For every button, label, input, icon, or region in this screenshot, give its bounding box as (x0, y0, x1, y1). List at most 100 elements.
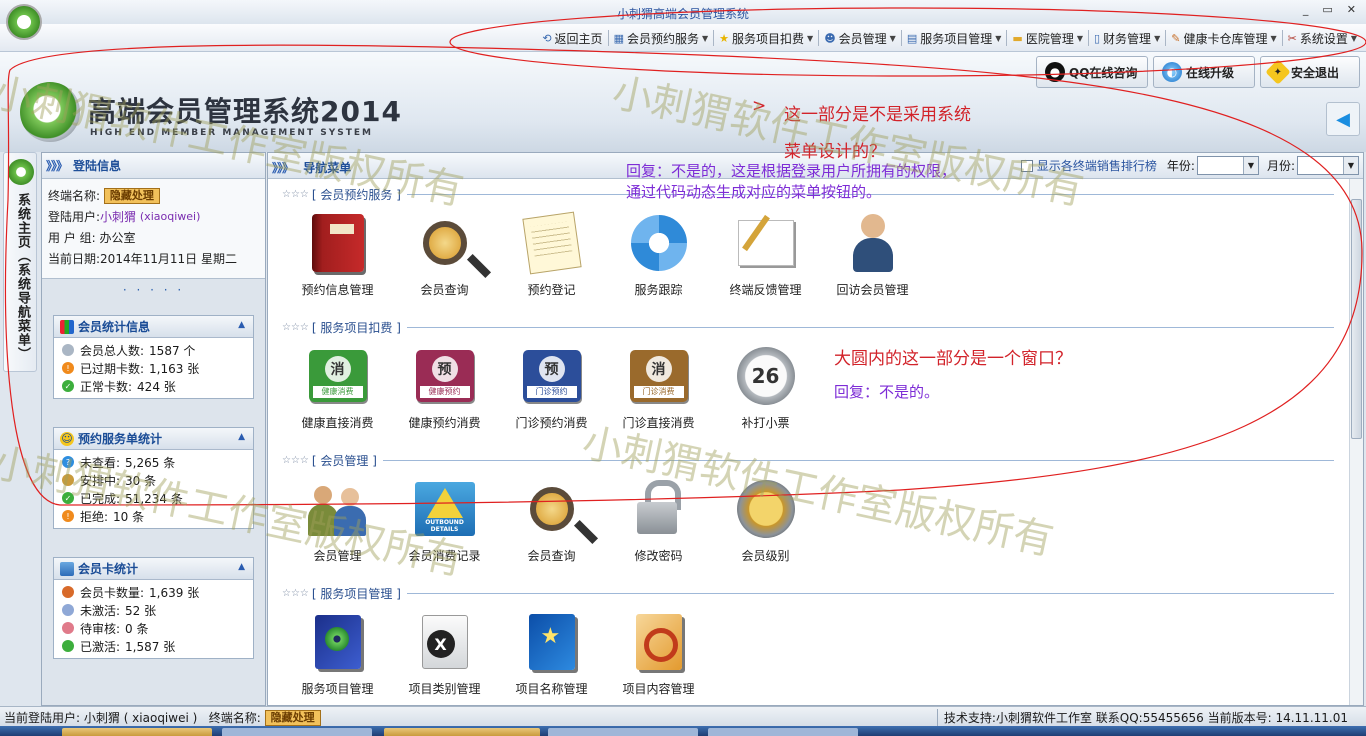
nav-button-3-1[interactable]: 项目类别管理 (391, 610, 498, 697)
nav-button-0-1[interactable]: 会员查询 (391, 211, 498, 298)
section-divider (382, 459, 1334, 461)
notepad-shape (521, 211, 582, 275)
logout-button[interactable]: ✦ 安全退出 (1260, 56, 1360, 88)
terminal-label: 终端名称: (48, 189, 101, 203)
nav-button-2-0[interactable]: 会员管理 (284, 477, 391, 564)
window-title: 小刺猬高端会员管理系统 (616, 7, 749, 21)
menu-item-3[interactable]: ☻ 会员管理 ▼ (819, 28, 901, 48)
ticket-caption: 健康预约 (419, 386, 470, 398)
annotation-question-1a: 这一部分是不是采用系统 (784, 105, 971, 125)
stat-label: 已激活: (80, 639, 121, 654)
menu-item-4[interactable]: ▤ 服务项目管理 ▼ (902, 28, 1007, 48)
nav-button-1-1[interactable]: 预健康预约 健康预约消费 (391, 344, 498, 431)
stars-icon: ☆☆☆ (282, 188, 309, 200)
qq-consult-button[interactable]: ● QQ在线咨询 (1036, 56, 1148, 88)
os-taskbar (0, 726, 1366, 736)
stat-value: 1,587 张 (125, 639, 176, 654)
nav-button-0-5[interactable]: 回访会员管理 (819, 211, 926, 298)
month-label: 月份: (1266, 159, 1295, 173)
nav-button-3-3[interactable]: 项目内容管理 (605, 610, 712, 697)
taskbar-item[interactable] (548, 728, 698, 736)
panel-splitter[interactable]: · · · · · (42, 283, 265, 297)
minimize-button[interactable]: _ (1303, 3, 1309, 16)
menu-item-5[interactable]: ▬ 医院管理 ▼ (1007, 28, 1088, 48)
nav-button-1-0[interactable]: 消健康消费 健康直接消费 (284, 344, 391, 431)
stat-status-icon (62, 640, 74, 652)
stat-value: 51,234 条 (125, 491, 183, 506)
tab-system-home-label: 系统主页（系统导航菜单） (15, 193, 30, 361)
nav-button-1-4[interactable]: 26 补打小票 (712, 344, 819, 431)
title-bar: 小刺猬高端会员管理系统 _ ▭ ✕ (0, 0, 1366, 24)
card-stats-title: 会员卡统计 (78, 562, 139, 576)
nav-button-3-2[interactable]: 项目名称管理 (498, 610, 605, 697)
stat-row: ! 拒绝: 10 条 (62, 507, 245, 525)
online-upgrade-button[interactable]: ◐ 在线升级 (1153, 56, 1255, 88)
nav-button-label: 预约信息管理 (301, 283, 374, 297)
ticket-glyph: 消 (645, 356, 672, 382)
section-label: [ 服务项目扣费 ] (311, 320, 401, 335)
stat-value: 52 张 (125, 603, 157, 618)
scrollbar-thumb[interactable] (1351, 199, 1362, 439)
menu-item-1[interactable]: ▦ 会员预约服务 ▼ (609, 28, 714, 48)
nav-button-0-0[interactable]: 预约信息管理 (284, 211, 391, 298)
ticket-shape: 消门诊消费 (629, 350, 688, 402)
member-stats-header[interactable]: 会员统计信息 ▲ (54, 316, 253, 338)
taskbar-item[interactable] (384, 728, 540, 736)
card-stats-body: 会员卡数量: 1,639 张未激活: 52 张待审核: 0 条已激活: 1,587 张 (54, 580, 253, 658)
status-user-label: 当前登陆用户: (4, 711, 81, 725)
year-select[interactable] (1196, 156, 1259, 175)
ranking-checkbox-label[interactable]: 显示各终端销售排行榜 (1037, 157, 1157, 174)
stat-label: 正常卡数: (80, 379, 133, 394)
stat-status-icon (62, 586, 74, 598)
nav-button-0-4[interactable]: 终端反馈管理 (712, 211, 819, 298)
close-button[interactable]: ✕ (1347, 3, 1356, 16)
nav-button-1-3[interactable]: 消门诊消费 门诊直接消费 (605, 344, 712, 431)
left-info-panel: 》》》 登陆信息 终端名称: 隐藏处理 登陆用户: 小刺猬 (xiaoqiwei… (41, 152, 266, 706)
tab-system-home[interactable]: 系统主页（系统导航菜单） (3, 152, 37, 372)
taskbar-item[interactable] (708, 728, 858, 736)
globe-icon: ◐ (1162, 62, 1182, 82)
qq-consult-label: QQ在线咨询 (1069, 65, 1138, 80)
menu-item-2[interactable]: ★ 服务项目扣费 ▼ (714, 28, 818, 48)
booking-stats-header[interactable]: ☺ 预约服务单统计 ▲ (54, 428, 253, 450)
menu-item-0[interactable]: ⟲ 返回主页 (537, 28, 607, 48)
menu-item-label: 服务项目扣费 (732, 31, 805, 46)
nav-button-1-2[interactable]: 预门诊预约 门诊预约消费 (498, 344, 605, 431)
menu-item-8[interactable]: ✂ 系统设置 ▼ (1283, 28, 1362, 48)
card-stats-header[interactable]: 会员卡统计 ▲ (54, 558, 253, 580)
terminal-row: 终端名称: 隐藏处理 (48, 185, 259, 206)
nav-button-0-3[interactable]: 服务跟踪 (605, 211, 712, 298)
month-select[interactable] (1297, 156, 1359, 175)
nav-button-2-3[interactable]: 修改密码 (605, 477, 712, 564)
taskbar-item[interactable] (62, 728, 212, 736)
speaker-icon[interactable]: ◀ (1326, 102, 1360, 136)
people-shape (307, 482, 368, 536)
app-logo-icon[interactable] (6, 4, 42, 40)
nav-button-0-2[interactable]: 预约登记 (498, 211, 605, 298)
collapse-icon[interactable]: ▲ (238, 562, 245, 572)
maximize-button[interactable]: ▭ (1322, 3, 1332, 16)
stat-value: 30 条 (125, 473, 157, 488)
section-icons: 消健康消费 健康直接消费预健康预约 健康预约消费预门诊预约 门诊预约消费消门诊消费 门诊… (282, 344, 1334, 431)
magnifier-shape (422, 221, 467, 265)
nav-button-2-2[interactable]: 会员查询 (498, 477, 605, 564)
exit-sign-icon: ✦ (1265, 59, 1291, 85)
menu-item-6[interactable]: ▯ 财务管理 ▼ (1089, 28, 1165, 48)
menu-items: ⟲ 返回主页 ▦ 会员预约服务 ▼ ★ 服务项目扣费 ▼ ☻ 会员管理 ▼ ▤ 服务项目管理 ▼ ▬ 医院管理… (537, 28, 1362, 48)
vertical-scrollbar[interactable] (1349, 179, 1363, 705)
collapse-icon[interactable]: ▲ (238, 432, 245, 442)
collapse-icon[interactable]: ▲ (238, 320, 245, 330)
date-value: 2014年11月11日 星期二 (100, 252, 237, 266)
taskbar-item[interactable] (222, 728, 372, 736)
menu-item-7[interactable]: ✎ 健康卡仓库管理 ▼ (1166, 28, 1281, 48)
stat-value: 1,163 张 (149, 361, 200, 376)
nav-button-3-0[interactable]: 服务项目管理 (284, 610, 391, 697)
login-info-title: 登陆信息 (73, 159, 122, 173)
chevron-down-icon: ▼ (889, 33, 896, 43)
stat-row: 会员卡数量: 1,639 张 (62, 583, 245, 601)
cd-box-icon (306, 610, 370, 674)
stat-status-icon: ! (62, 362, 74, 374)
nav-button-2-4[interactable]: 会员级别 (712, 477, 819, 564)
nav-button-2-1[interactable]: OUTBOUND DETAILS 会员消费记录 (391, 477, 498, 564)
ranking-checkbox[interactable] (1020, 159, 1033, 172)
